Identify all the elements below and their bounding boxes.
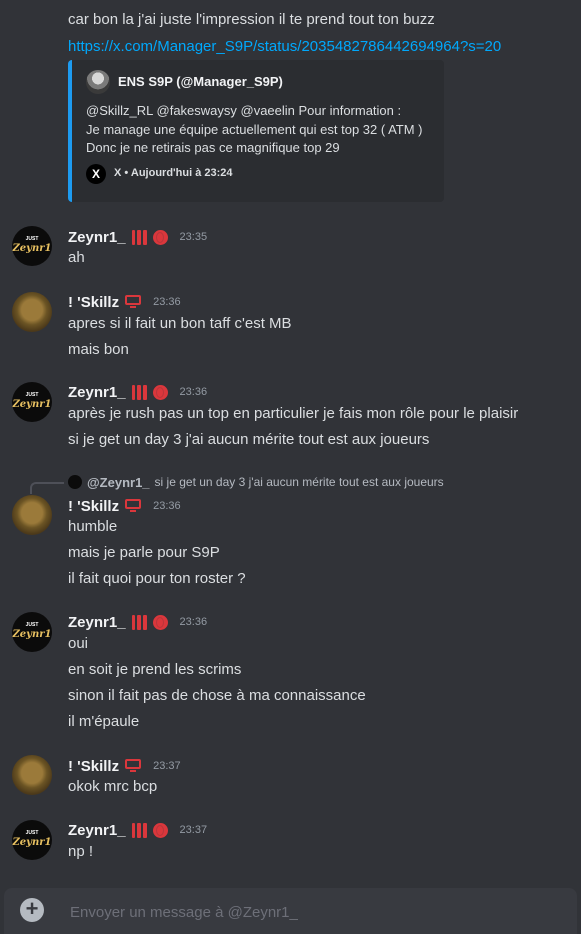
username[interactable]: ! 'Skillz <box>68 758 119 775</box>
globe-icon <box>152 822 168 838</box>
embed-author-avatar <box>86 70 110 94</box>
username[interactable]: Zeynr1_ <box>68 384 126 401</box>
message-text: humble <box>68 518 118 535</box>
message-text: ah <box>68 249 85 266</box>
message-header: Zeynr1_ 23:36 <box>68 382 207 402</box>
message-header: Zeynr1_ 23:37 <box>68 820 207 840</box>
avatar[interactable] <box>12 755 52 795</box>
username[interactable]: Zeynr1_ <box>68 229 126 246</box>
message-text: mais bon <box>68 341 129 358</box>
globe-icon <box>152 614 168 630</box>
reply-username[interactable]: @Zeynr1_ <box>87 475 150 490</box>
avatar-text: Zeynr1 <box>12 243 52 254</box>
avatar-text: Zeynr1 <box>12 399 52 410</box>
message-text: car bon la j'ai juste l'impression il te… <box>68 11 435 28</box>
message-text: sinon il fait pas de chose à ma connaiss… <box>68 687 366 704</box>
avatar[interactable] <box>12 292 52 332</box>
x-logo-icon: X <box>86 164 106 184</box>
bars-badge-icon <box>131 229 147 245</box>
avatar-text: JUST <box>25 830 39 836</box>
username[interactable]: ! 'Skillz <box>68 294 119 311</box>
username[interactable]: Zeynr1_ <box>68 822 126 839</box>
message-header: ! 'Skillz 23:37 <box>68 756 181 776</box>
avatar-text: Zeynr1 <box>12 837 52 848</box>
avatar-text: JUST <box>25 236 39 242</box>
avatar-text: Zeynr1 <box>12 629 52 640</box>
avatar[interactable]: JUST Zeynr1 <box>12 382 52 422</box>
message-composer: + <box>4 888 577 934</box>
reply-avatar <box>68 475 82 489</box>
bars-badge-icon <box>131 614 147 630</box>
message-header: Zeynr1_ 23:36 <box>68 612 207 632</box>
message-text: après je rush pas un top en particulier … <box>68 405 519 422</box>
message-text: okok mrc bcp <box>68 778 158 795</box>
monitor-icon <box>125 759 142 773</box>
timestamp: 23:36 <box>179 386 208 398</box>
timestamp: 23:36 <box>179 616 208 628</box>
reply-connector <box>30 482 64 494</box>
timestamp: 23:35 <box>179 231 208 243</box>
message-text: np ! <box>68 843 94 860</box>
timestamp: 23:37 <box>153 760 181 772</box>
avatar[interactable]: JUST Zeynr1 <box>12 226 52 266</box>
embed-description-line: @Skillz_RL @fakeswaysy @vaeelin Pour inf… <box>86 103 402 118</box>
monitor-icon <box>125 295 142 309</box>
timestamp: 23:36 <box>153 500 181 512</box>
add-attachment-button[interactable]: + <box>20 898 44 922</box>
embed-author[interactable]: ENS S9P (@Manager_S9P) <box>118 74 283 89</box>
message-text: mais je parle pour S9P <box>68 544 220 561</box>
avatar[interactable]: JUST Zeynr1 <box>12 612 52 652</box>
avatar[interactable] <box>12 495 52 535</box>
message-text: il fait quoi pour ton roster ? <box>68 570 246 587</box>
avatar[interactable]: JUST Zeynr1 <box>12 820 52 860</box>
username[interactable]: ! 'Skillz <box>68 498 119 515</box>
bars-badge-icon <box>131 384 147 400</box>
avatar-text: JUST <box>25 622 39 628</box>
timestamp: 23:37 <box>179 824 208 836</box>
tweet-link[interactable]: https://x.com/Manager_S9P/status/2035482… <box>68 37 501 57</box>
message-text: apres si il fait un bon taff c'est MB <box>68 315 292 332</box>
embed-description-line: Je manage une équipe actuellement qui es… <box>86 122 423 137</box>
embed-description-line: Donc je ne retirais pas ce magnifique to… <box>86 140 340 155</box>
monitor-icon <box>125 499 142 513</box>
message-text: oui <box>68 635 89 652</box>
avatar-text: JUST <box>25 392 39 398</box>
message-text: si je get un day 3 j'ai aucun mérite tou… <box>68 431 430 448</box>
globe-icon <box>152 229 168 245</box>
link-embed: ENS S9P (@Manager_S9P) @Skillz_RL @fakes… <box>68 60 444 202</box>
embed-footer: X • Aujourd'hui à 23:24 <box>114 167 233 179</box>
bars-badge-icon <box>131 822 147 838</box>
globe-icon <box>152 384 168 400</box>
message-input[interactable] <box>68 900 552 924</box>
reply-preview[interactable]: si je get un day 3 j'ai aucun mérite tou… <box>155 475 444 489</box>
timestamp: 23:36 <box>153 296 181 308</box>
message-header: Zeynr1_ 23:35 <box>68 227 207 247</box>
reply-reference[interactable]: @Zeynr1_ si je get un day 3 j'ai aucun m… <box>68 474 444 490</box>
message-text: en soit je prend les scrims <box>68 661 242 678</box>
message-text: il m'épaule <box>68 713 140 730</box>
message-header: ! 'Skillz 23:36 <box>68 292 181 312</box>
username[interactable]: Zeynr1_ <box>68 614 126 631</box>
message-header: ! 'Skillz 23:36 <box>68 496 181 516</box>
